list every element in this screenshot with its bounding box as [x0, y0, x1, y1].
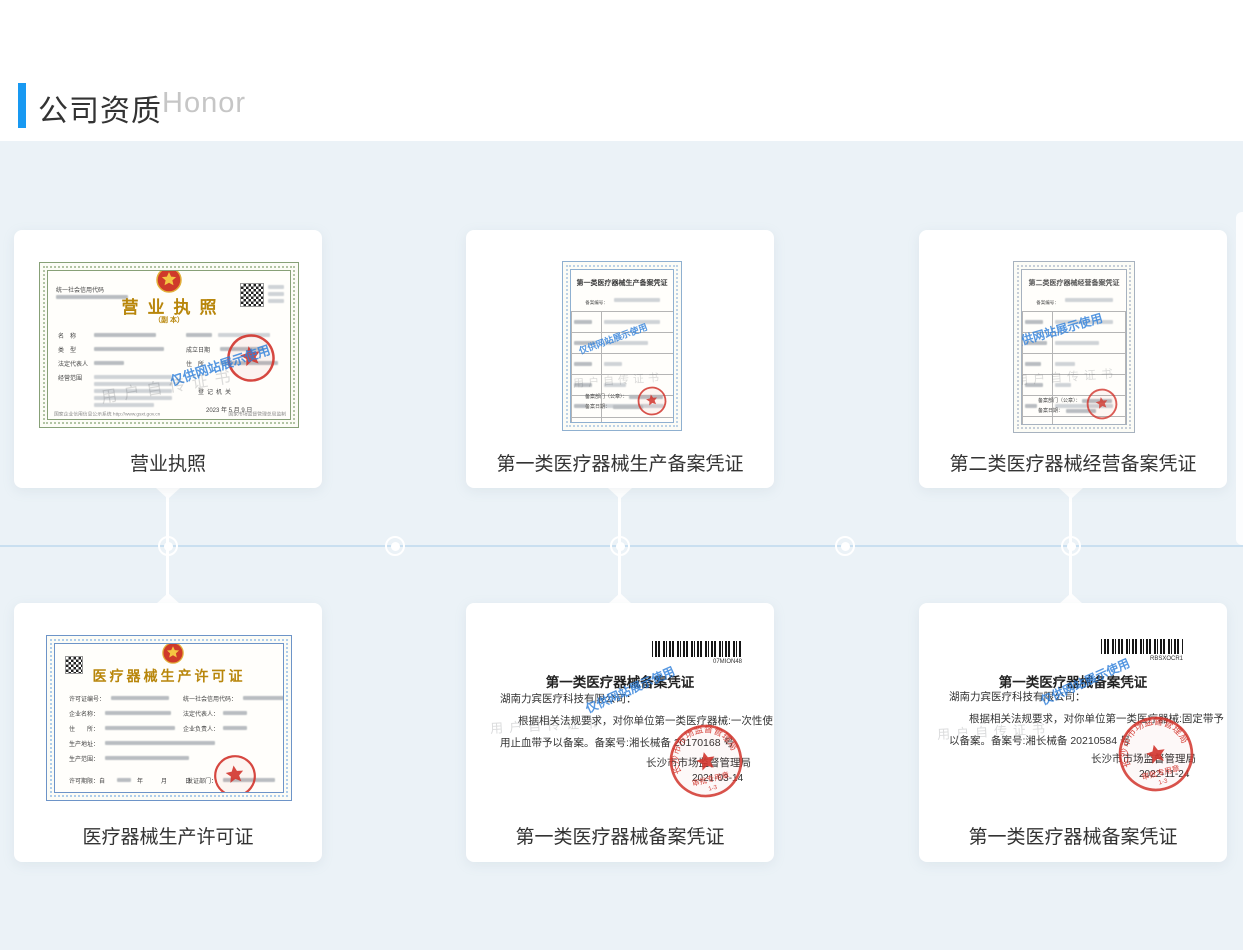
- filing-no-label: 备案编号：: [1037, 299, 1060, 305]
- honor-section: 统一社会信用代码 营业执照 （副 本） 名 称 类 型 法定代表人 经营范围: [0, 141, 1243, 950]
- field-label: 至: [93, 791, 99, 793]
- red-seal-icon: 长沙市市场监督管理局 审批专用章 1-3: [660, 715, 752, 807]
- field-label: 法定代表人：: [183, 709, 219, 718]
- certificate-card-production-license[interactable]: 医疗器械生产许可证 许可证编号： 统一社会信用代码： 企业名称： 法定代表人： …: [14, 603, 322, 862]
- field-label: 生产范围：: [69, 754, 99, 763]
- carousel-peek-card[interactable]: [1236, 212, 1243, 545]
- card-caption: 医疗器械生产许可证: [14, 822, 322, 849]
- barcode-icon: [652, 641, 742, 657]
- cert-line3: 以备案。备案号:湘长械备 20210584 号: [949, 733, 1130, 748]
- national-emblem-icon: [162, 643, 184, 664]
- cert-title: 第一类医疗器械生产备案凭证: [571, 278, 673, 288]
- card-caption: 第二类医疗器械经营备案凭证: [919, 449, 1227, 476]
- certificate-card-class2-operation-filing[interactable]: 第二类医疗器械经营备案凭证 备案编号：: [919, 230, 1227, 488]
- connector-arrow-down: [608, 488, 632, 499]
- field-label: 经营范围: [58, 373, 82, 382]
- card-caption: 营业执照: [14, 449, 322, 476]
- page-title: 公司资质: [38, 86, 162, 130]
- class1-production-filing-image: 第一类医疗器械生产备案凭证 备案编号： 备案部门（公章）：: [562, 261, 682, 431]
- certificate-card-class1-production-filing[interactable]: 第一类医疗器械生产备案凭证 备案编号： 备案部门（公章）：: [466, 230, 774, 488]
- red-seal-icon: [635, 384, 670, 419]
- section-header: 公司资质 Honor: [0, 0, 1243, 141]
- field-label: 住 所: [186, 359, 204, 368]
- field-label: 法定代表人: [58, 359, 88, 368]
- cert-line1: 湖南力宾医疗科技有限公司：: [949, 689, 1086, 704]
- timeline-dot: [158, 536, 178, 556]
- field-label: 类 型: [58, 345, 76, 354]
- class2-operation-filing-image: 第二类医疗器械经营备案凭证 备案编号：: [1013, 261, 1135, 433]
- field-label: 许可证编号：: [69, 694, 105, 703]
- card-caption: 第一类医疗器械备案凭证: [466, 822, 774, 849]
- company-honor-page: 公司资质 Honor: [0, 0, 1243, 950]
- field-label: 企业负责人：: [183, 724, 219, 733]
- red-seal-icon: [210, 751, 260, 793]
- filing-no-label: 备案编号：: [586, 299, 609, 305]
- license-footer-right: 国家市场监督管理总局监制: [228, 410, 286, 417]
- connector-arrow-down: [156, 488, 180, 499]
- connector-arrow-down: [1059, 488, 1083, 499]
- field-label: 成立日期: [186, 345, 210, 354]
- certificate-card-class1-filing-strap[interactable]: RBSXOCR1 第一类医疗器械备案凭证 湖南力宾医疗科技有限公司： 根据相关法…: [919, 603, 1227, 862]
- timeline-dot: [1061, 536, 1081, 556]
- certificate-card-business-license[interactable]: 统一社会信用代码 营业执照 （副 本） 名 称 类 型 法定代表人 经营范围: [14, 230, 322, 488]
- field-label: 企业名称：: [69, 709, 99, 718]
- cert-title: 第二类医疗器械经营备案凭证: [1022, 278, 1126, 288]
- filing-dept-label: 备案部门（公章）：: [1038, 397, 1081, 404]
- field-label: 名 称: [58, 331, 76, 340]
- timeline-dot: [610, 536, 630, 556]
- card-caption: 第一类医疗器械生产备案凭证: [466, 449, 774, 476]
- license-footer-left: 国家企业信用信息公示系统 http://www.gsxt.gov.cn: [54, 410, 160, 417]
- certificate-card-class1-filing-tourniquet[interactable]: 07MION48 第一类医疗器械备案凭证 湖南力宾医疗科技有限公司： 根据相关法…: [466, 603, 774, 862]
- red-seal-icon: [1083, 385, 1120, 422]
- registry-label: 登记机关: [198, 387, 234, 396]
- cert-title: 第一类医疗器械备案凭证: [466, 671, 774, 691]
- license-title: 医疗器械生产许可证: [55, 666, 283, 686]
- timeline-dot: [835, 536, 855, 556]
- card-caption: 第一类医疗器械备案凭证: [919, 822, 1227, 849]
- cert-line1: 湖南力宾医疗科技有限公司：: [500, 691, 637, 706]
- field-label: 住 所：: [69, 724, 99, 733]
- page-subtitle: Honor: [162, 87, 246, 120]
- barcode-text: 07MION48: [652, 659, 742, 665]
- field-label: 许可期限：自: [69, 776, 105, 785]
- timeline-dot: [385, 536, 405, 556]
- filing-date-label: 备案日期：: [585, 403, 610, 410]
- qr-code-icon: [240, 283, 264, 307]
- accent-bar: [18, 83, 26, 128]
- filing-date-label: 备案日期：: [1038, 407, 1063, 414]
- cert-title: 第一类医疗器械备案凭证: [919, 671, 1227, 691]
- red-seal-icon: [221, 328, 280, 387]
- field-label: 生产地址：: [69, 739, 99, 748]
- barcode-text: RBSXOCR1: [1101, 656, 1183, 662]
- filing-dept-label: 备案部门（公章）：: [585, 393, 628, 400]
- production-license-image: 医疗器械生产许可证 许可证编号： 统一社会信用代码： 企业名称： 法定代表人： …: [46, 635, 292, 801]
- field-label: 发证日期：: [187, 791, 217, 793]
- license-copy-label: （副 本）: [48, 315, 290, 325]
- business-license-image: 统一社会信用代码 营业执照 （副 本） 名 称 类 型 法定代表人 经营范围: [39, 262, 299, 428]
- national-emblem-icon: [156, 270, 182, 293]
- barcode-icon: [1101, 639, 1183, 654]
- field-label: 统一社会信用代码：: [183, 694, 237, 703]
